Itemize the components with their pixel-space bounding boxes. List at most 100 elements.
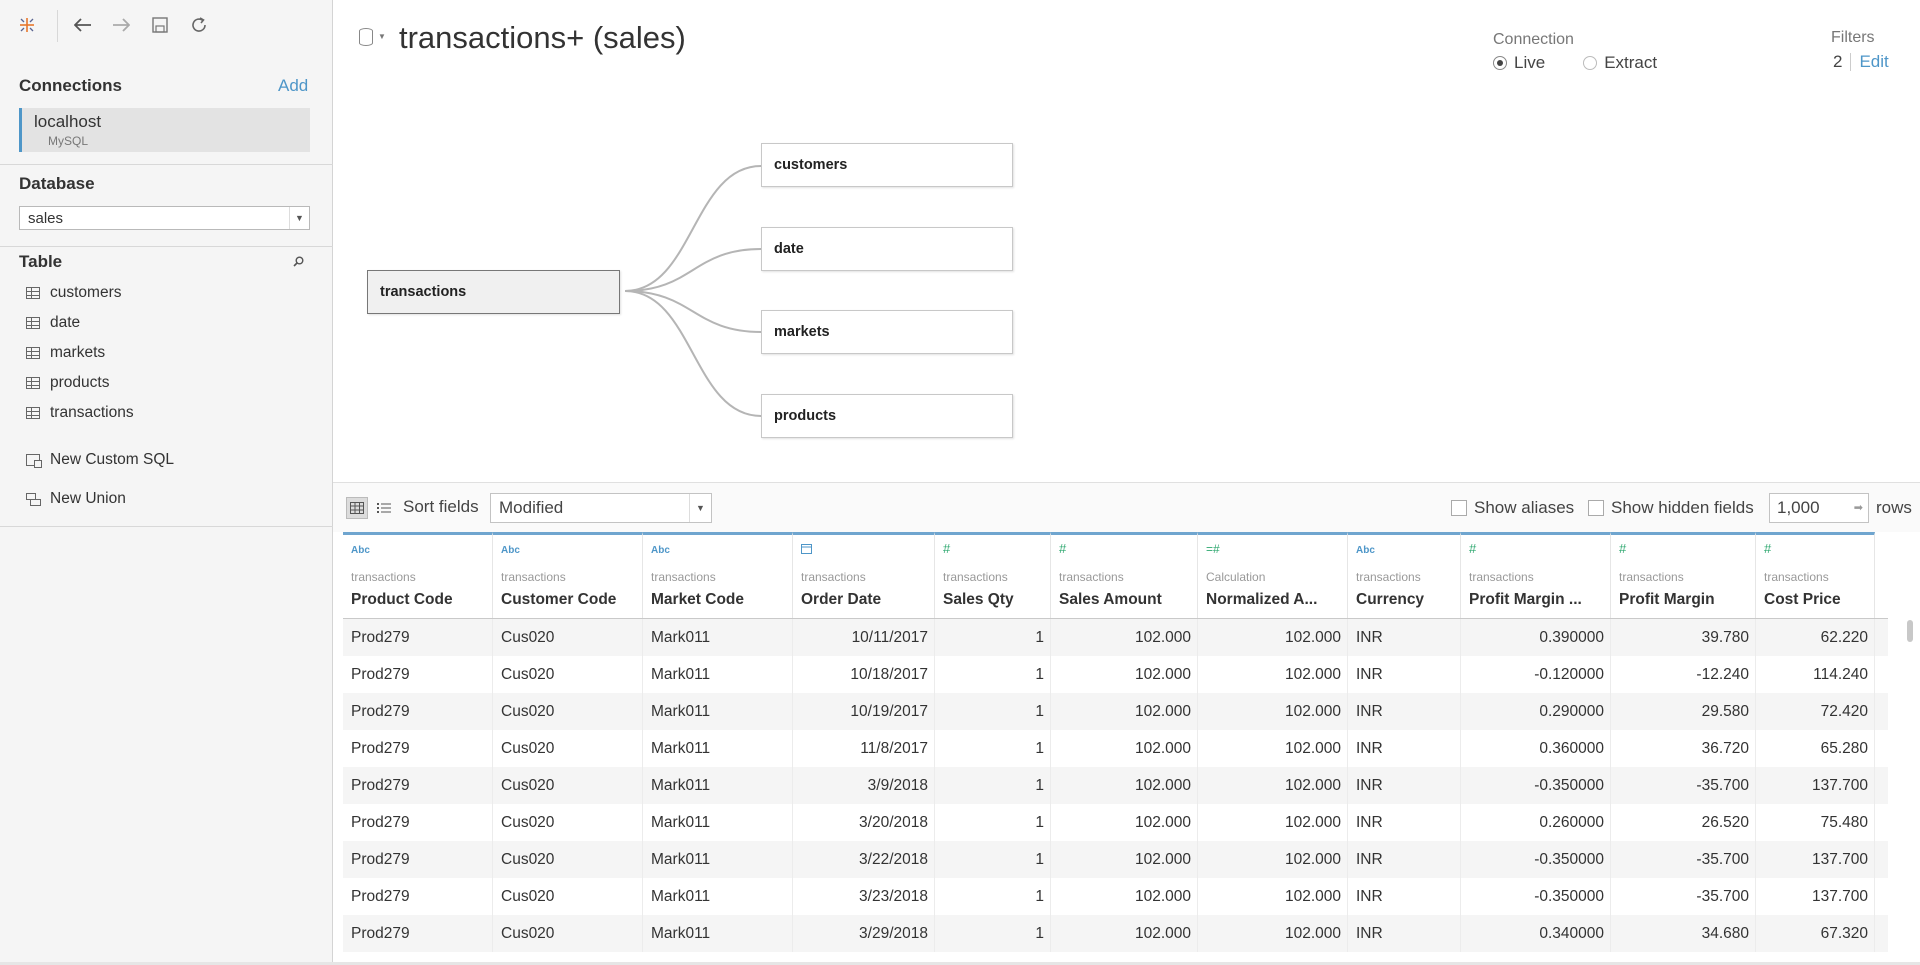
calculated-number-type-icon[interactable]: =# bbox=[1206, 542, 1220, 556]
number-type-icon[interactable]: # bbox=[1619, 541, 1626, 556]
rows-input[interactable]: 1,000 ➡ bbox=[1769, 493, 1869, 523]
table-item-customers[interactable]: customers bbox=[26, 278, 316, 308]
column-header[interactable]: # transactions Sales Amount bbox=[1051, 532, 1198, 618]
table-cell: 102.000 bbox=[1198, 730, 1348, 767]
table-item-date[interactable]: date bbox=[26, 308, 316, 338]
table-cell: 102.000 bbox=[1198, 841, 1348, 878]
canvas-table-date[interactable]: date bbox=[761, 227, 1013, 271]
new-custom-sql-item[interactable]: New Custom SQL bbox=[26, 451, 174, 469]
add-connection-link[interactable]: Add bbox=[278, 76, 308, 96]
table-cell: Cus020 bbox=[493, 878, 643, 915]
table-cell: 114.240 bbox=[1756, 656, 1875, 693]
string-type-icon[interactable]: Abc bbox=[501, 545, 520, 556]
table-cell: 29.580 bbox=[1611, 693, 1756, 730]
search-icon[interactable] bbox=[293, 256, 304, 270]
column-header[interactable]: Abc transactions Currency bbox=[1348, 532, 1461, 618]
column-name[interactable]: Sales Qty bbox=[943, 591, 1014, 609]
table-cell: 102.000 bbox=[1198, 656, 1348, 693]
column-source: Calculation bbox=[1206, 570, 1266, 584]
database-select[interactable]: sales ▼ bbox=[19, 206, 310, 230]
table-cell: Prod279 bbox=[343, 730, 493, 767]
canvas-table-markets[interactable]: markets bbox=[761, 310, 1013, 354]
table-row: Prod279 Cus020 Mark011 3/9/2018 1 102.000 102.… bbox=[343, 767, 1888, 804]
number-type-icon[interactable]: # bbox=[943, 541, 950, 556]
table-cell: 62.220 bbox=[1756, 619, 1875, 656]
table-cell: Prod279 bbox=[343, 804, 493, 841]
chevron-down-icon[interactable]: ▼ bbox=[289, 207, 309, 229]
grid-view-icon[interactable] bbox=[346, 497, 368, 519]
string-type-icon[interactable]: Abc bbox=[351, 545, 370, 556]
table-cell: -35.700 bbox=[1611, 878, 1756, 915]
column-header[interactable]: Abc transactions Market Code bbox=[643, 532, 793, 618]
number-type-icon[interactable]: # bbox=[1469, 541, 1476, 556]
forward-arrow-icon[interactable] bbox=[108, 12, 134, 38]
column-header[interactable]: # transactions Profit Margin ... bbox=[1461, 532, 1611, 618]
column-header[interactable]: # transactions Profit Margin bbox=[1611, 532, 1756, 618]
table-cell: 3/20/2018 bbox=[793, 804, 935, 841]
new-union-item[interactable]: New Union bbox=[26, 490, 126, 508]
column-header[interactable]: =# Calculation Normalized A... bbox=[1198, 532, 1348, 618]
string-type-icon[interactable]: Abc bbox=[651, 545, 670, 556]
column-name[interactable]: Currency bbox=[1356, 591, 1424, 609]
show-hidden-label: Show hidden fields bbox=[1611, 498, 1754, 517]
table-cell: 1 bbox=[935, 693, 1051, 730]
table-cell: Mark011 bbox=[643, 804, 793, 841]
table-cell: -35.700 bbox=[1611, 767, 1756, 804]
table-item-transactions[interactable]: transactions bbox=[26, 398, 316, 428]
column-name[interactable]: Cost Price bbox=[1764, 591, 1841, 609]
table-cell: 0.290000 bbox=[1461, 693, 1611, 730]
table-cell: INR bbox=[1348, 804, 1461, 841]
number-type-icon[interactable]: # bbox=[1764, 541, 1771, 556]
connection-item-localhost[interactable]: localhost MySQL bbox=[19, 108, 310, 152]
table-cell: 0.390000 bbox=[1461, 619, 1611, 656]
column-name[interactable]: Profit Margin bbox=[1619, 591, 1715, 609]
table-cell: -0.350000 bbox=[1461, 878, 1611, 915]
tableau-logo-icon[interactable] bbox=[14, 12, 40, 38]
string-type-icon[interactable]: Abc bbox=[1356, 545, 1375, 556]
table-cell: 137.700 bbox=[1756, 767, 1875, 804]
table-cell: INR bbox=[1348, 619, 1461, 656]
chevron-down-icon[interactable]: ▼ bbox=[689, 494, 711, 522]
table-cell: 102.000 bbox=[1051, 915, 1198, 952]
table-cell: 1 bbox=[935, 730, 1051, 767]
table-cell: 102.000 bbox=[1051, 656, 1198, 693]
connection-name: localhost bbox=[34, 112, 102, 131]
column-header[interactable]: Abc transactions Customer Code bbox=[493, 532, 643, 618]
column-name[interactable]: Sales Amount bbox=[1059, 591, 1162, 609]
show-hidden-fields-checkbox[interactable]: Show hidden fields bbox=[1588, 498, 1754, 518]
refresh-icon[interactable] bbox=[186, 12, 212, 38]
column-name[interactable]: Order Date bbox=[801, 591, 881, 609]
table-cell: 0.260000 bbox=[1461, 804, 1611, 841]
table-icon bbox=[26, 287, 40, 299]
table-cell: 102.000 bbox=[1051, 841, 1198, 878]
calendar-icon[interactable] bbox=[801, 543, 812, 557]
column-header[interactable]: Abc transactions Product Code bbox=[343, 532, 493, 618]
column-name[interactable]: Product Code bbox=[351, 591, 453, 609]
column-name[interactable]: Customer Code bbox=[501, 591, 616, 609]
sort-fields-select[interactable]: Modified ▼ bbox=[490, 493, 712, 523]
canvas-table-customers[interactable]: customers bbox=[761, 143, 1013, 187]
list-view-icon[interactable] bbox=[373, 497, 395, 519]
vertical-scrollbar[interactable] bbox=[1907, 620, 1913, 642]
column-name[interactable]: Normalized A... bbox=[1206, 591, 1317, 609]
column-header[interactable]: transactions Order Date bbox=[793, 532, 935, 618]
canvas-table-products[interactable]: products bbox=[761, 394, 1013, 438]
table-cell: 1 bbox=[935, 804, 1051, 841]
show-aliases-checkbox[interactable]: Show aliases bbox=[1451, 498, 1574, 518]
toolbar-separator bbox=[57, 10, 58, 42]
save-icon[interactable] bbox=[147, 12, 173, 38]
table-item-products[interactable]: products bbox=[26, 368, 316, 398]
column-header[interactable]: # transactions Sales Qty bbox=[935, 532, 1051, 618]
back-arrow-icon[interactable] bbox=[70, 12, 96, 38]
database-value: sales bbox=[28, 210, 64, 227]
column-name[interactable]: Market Code bbox=[651, 591, 744, 609]
table-cell: 72.420 bbox=[1756, 693, 1875, 730]
column-name[interactable]: Profit Margin ... bbox=[1469, 591, 1582, 609]
table-cell: 34.680 bbox=[1611, 915, 1756, 952]
arrow-right-icon[interactable]: ➡ bbox=[1854, 501, 1863, 514]
table-item-markets[interactable]: markets bbox=[26, 338, 316, 368]
toolbar bbox=[0, 0, 333, 50]
canvas-table-transactions[interactable]: transactions bbox=[367, 270, 620, 314]
number-type-icon[interactable]: # bbox=[1059, 541, 1066, 556]
column-header[interactable]: # transactions Cost Price bbox=[1756, 532, 1875, 618]
